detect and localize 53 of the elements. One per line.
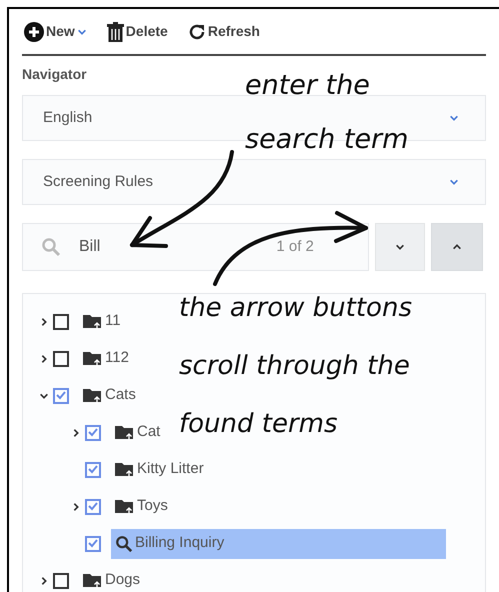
dropdown[interactable]: Screening Rules [22, 159, 486, 205]
folder-icon [83, 388, 103, 404]
refresh-icon [188, 22, 206, 40]
checkbox[interactable] [85, 462, 101, 478]
toolbar-button[interactable]: Delete [106, 21, 168, 42]
chevron-up-icon [452, 242, 462, 252]
chevron-right-icon [71, 502, 81, 512]
check-icon [88, 502, 98, 511]
tree-item[interactable]: 11 [79, 306, 121, 336]
checkbox[interactable] [85, 536, 101, 552]
check-icon [88, 465, 98, 474]
folder-icon [83, 572, 103, 588]
search-field[interactable]: Bill 1 of 2 [22, 223, 369, 271]
chevron-down-icon [395, 242, 405, 252]
checkbox[interactable] [53, 314, 69, 330]
chevron-down-icon [39, 390, 49, 400]
annotation-text: the arrow buttons [179, 292, 412, 324]
chevron-down-icon [76, 26, 87, 36]
chevron-right-icon [71, 428, 81, 438]
checkbox[interactable] [85, 498, 101, 514]
checkbox[interactable] [85, 424, 101, 440]
folder-icon [115, 424, 135, 440]
tree-item[interactable]: Kitty Litter [111, 454, 204, 484]
annotation-text: found terms [179, 408, 338, 440]
plus-circle-icon [24, 22, 44, 42]
check-icon [56, 391, 66, 400]
tree-item[interactable]: 112 [79, 344, 129, 374]
toolbar-button[interactable]: Refresh [188, 21, 260, 42]
chevron-right-icon [39, 576, 49, 586]
folder-icon [115, 498, 135, 514]
annotation-text: scroll through the [179, 350, 410, 382]
tree-item[interactable]: Cat [111, 418, 160, 448]
chevron-right-icon [39, 354, 49, 364]
checkbox[interactable] [53, 350, 69, 366]
chevron-right-icon [39, 316, 49, 326]
check-icon [88, 428, 98, 437]
checkbox[interactable] [53, 572, 69, 588]
tree-item[interactable]: Dogs [79, 566, 140, 592]
tree-item[interactable]: Billing Inquiry [111, 528, 446, 558]
search-icon [41, 237, 61, 257]
match-counter: 1 of 2 [276, 236, 314, 257]
tree-item[interactable]: Toys [111, 492, 168, 522]
folder-icon [115, 462, 135, 478]
chevron-down-icon [449, 177, 459, 187]
checkbox[interactable] [53, 388, 69, 404]
search-icon [115, 534, 133, 552]
chevron-down-icon [449, 113, 459, 123]
check-icon [88, 539, 98, 548]
toolbar-button[interactable]: New [24, 21, 87, 42]
folder-icon [83, 314, 103, 330]
folder-icon [83, 350, 103, 366]
trash-icon [106, 22, 124, 42]
tree-item[interactable]: Cats [79, 380, 136, 410]
